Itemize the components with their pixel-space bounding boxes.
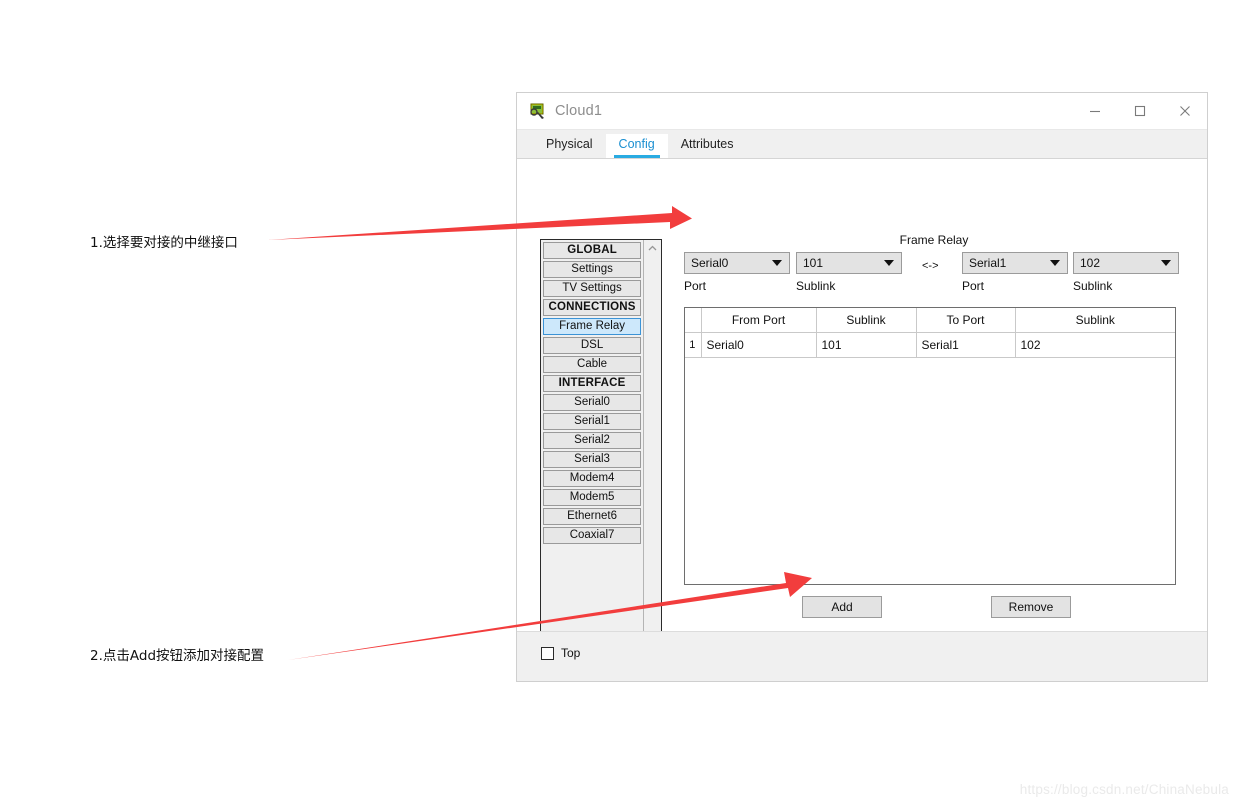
- cell-from-sublink: 101: [816, 332, 917, 358]
- sidebar-item-serial0[interactable]: Serial0: [543, 394, 642, 411]
- title-bar: Cloud1: [517, 93, 1207, 130]
- annotation-step-1: 1.选择要对接的中继接口: [90, 235, 238, 251]
- frame-relay-title: Frame Relay: [899, 233, 969, 247]
- col-from-port: From Port: [701, 308, 817, 333]
- sidebar-item-modem5[interactable]: Modem5: [543, 489, 642, 506]
- chevron-down-icon: [884, 260, 894, 266]
- to-port-caption: Port: [962, 279, 985, 293]
- sidebar-scrollbar[interactable]: [643, 240, 661, 674]
- sidebar-item-serial3[interactable]: Serial3: [543, 451, 642, 468]
- top-checkbox-row[interactable]: Top: [541, 646, 580, 660]
- minimize-icon[interactable]: [1072, 93, 1117, 129]
- from-port-caption: Port: [684, 279, 707, 293]
- from-port-value: Serial0: [691, 256, 729, 270]
- top-checkbox[interactable]: [541, 646, 554, 660]
- chevron-up-icon[interactable]: [644, 240, 661, 257]
- to-sublink-caption: Sublink: [1073, 279, 1113, 293]
- chevron-down-icon: [1050, 260, 1060, 266]
- sidebar-item-dsl[interactable]: DSL: [543, 337, 642, 354]
- cell-to-sublink: 102: [1015, 332, 1175, 358]
- link-symbol: <->: [922, 260, 939, 272]
- col-to-sublink: Sublink: [1015, 308, 1175, 333]
- cell-to-port: Serial1: [916, 332, 1016, 358]
- col-to-port: To Port: [916, 308, 1016, 333]
- sidebar-item-cable[interactable]: Cable: [543, 356, 642, 373]
- chevron-down-icon: [1161, 260, 1171, 266]
- sidebar-item-tv-settings[interactable]: TV Settings: [543, 280, 642, 297]
- col-index: [685, 308, 702, 333]
- from-sublink-value: 101: [803, 256, 824, 270]
- window-controls: [1072, 93, 1207, 129]
- window-footer: Top: [517, 631, 1207, 681]
- sidebar-item-ethernet6[interactable]: Ethernet6: [543, 508, 642, 525]
- watermark: https://blog.csdn.net/ChinaNebula: [1019, 782, 1229, 797]
- sidebar-list: GLOBAL Settings TV Settings CONNECTIONS …: [541, 240, 643, 674]
- sidebar-header-global: GLOBAL: [543, 242, 642, 259]
- tab-physical[interactable]: Physical: [533, 134, 606, 158]
- maximize-icon[interactable]: [1117, 93, 1162, 129]
- from-port-select[interactable]: Serial0: [684, 252, 790, 274]
- to-sublink-select[interactable]: 102: [1073, 252, 1179, 274]
- config-body: GLOBAL Settings TV Settings CONNECTIONS …: [517, 159, 1207, 675]
- close-icon[interactable]: [1162, 93, 1207, 129]
- sidebar-item-coaxial7[interactable]: Coaxial7: [543, 527, 642, 544]
- tab-attributes[interactable]: Attributes: [668, 134, 747, 158]
- sidebar-header-connections: CONNECTIONS: [543, 299, 642, 316]
- window-title: Cloud1: [555, 103, 603, 119]
- cloud1-window: Cloud1 Physical Config Attributes GLOBAL…: [516, 92, 1208, 682]
- to-sublink-value: 102: [1080, 256, 1101, 270]
- sidebar-item-serial1[interactable]: Serial1: [543, 413, 642, 430]
- col-from-sublink: Sublink: [816, 308, 917, 333]
- annotation-step-2: 2.点击Add按钮添加对接配置: [90, 648, 265, 664]
- remove-button[interactable]: Remove: [991, 596, 1071, 618]
- row-index: 1: [685, 332, 702, 358]
- config-sidebar: GLOBAL Settings TV Settings CONNECTIONS …: [540, 239, 662, 675]
- to-port-select[interactable]: Serial1: [962, 252, 1068, 274]
- sidebar-item-modem4[interactable]: Modem4: [543, 470, 642, 487]
- cloud-device-icon: [528, 102, 546, 120]
- sidebar-item-frame-relay[interactable]: Frame Relay: [543, 318, 642, 335]
- table-row[interactable]: 1 Serial0 101 Serial1 102: [685, 332, 1175, 358]
- top-checkbox-label: Top: [561, 646, 581, 660]
- to-port-value: Serial1: [969, 256, 1007, 270]
- sidebar-item-settings[interactable]: Settings: [543, 261, 642, 278]
- frame-relay-table[interactable]: From Port Sublink To Port Sublink 1 Seri…: [684, 307, 1176, 585]
- tab-config[interactable]: Config: [605, 134, 668, 158]
- from-sublink-caption: Sublink: [796, 279, 836, 293]
- chevron-down-icon: [772, 260, 782, 266]
- from-sublink-select[interactable]: 101: [796, 252, 902, 274]
- sidebar-header-interface: INTERFACE: [543, 375, 642, 392]
- cell-from-port: Serial0: [701, 332, 817, 358]
- table-header-row: From Port Sublink To Port Sublink: [685, 308, 1175, 333]
- tab-bar: Physical Config Attributes: [517, 130, 1207, 159]
- sidebar-item-serial2[interactable]: Serial2: [543, 432, 642, 449]
- add-button[interactable]: Add: [802, 596, 882, 618]
